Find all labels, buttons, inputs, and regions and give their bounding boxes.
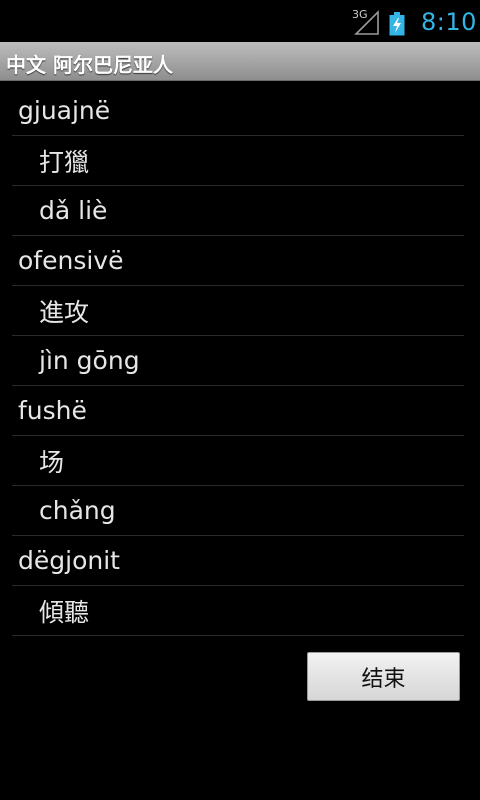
end-button[interactable]: 结束 bbox=[307, 652, 460, 701]
word-list: gjuajnë 打獵 dǎ liè ofensivë 進攻 jìn gōng f… bbox=[12, 86, 464, 636]
list-item-translation: 场 bbox=[12, 436, 464, 486]
list-item-translation: 傾聽 bbox=[12, 586, 464, 636]
list-item-pinyin: dǎ liè bbox=[12, 186, 464, 236]
list-item-pinyin: jìn gōng bbox=[12, 336, 464, 386]
page-title: 中文 阿尔巴尼亚人 bbox=[6, 53, 173, 77]
list-item-pinyin: chǎng bbox=[12, 486, 464, 536]
status-bar: 3G 8:10 bbox=[0, 0, 480, 45]
list-item-translation: 進攻 bbox=[12, 286, 464, 336]
list-item-word: dëgjonit bbox=[12, 536, 464, 586]
signal-strength-icon bbox=[354, 10, 379, 35]
list-item-word: gjuajnë bbox=[12, 86, 464, 136]
list-item-translation: 打獵 bbox=[12, 136, 464, 186]
status-clock: 8:10 bbox=[421, 8, 477, 36]
list-item-word: fushë bbox=[12, 386, 464, 436]
battery-charging-icon bbox=[389, 12, 405, 36]
title-bar: 中文 阿尔巴尼亚人 bbox=[0, 42, 480, 81]
list-item-word: ofensivë bbox=[12, 236, 464, 286]
